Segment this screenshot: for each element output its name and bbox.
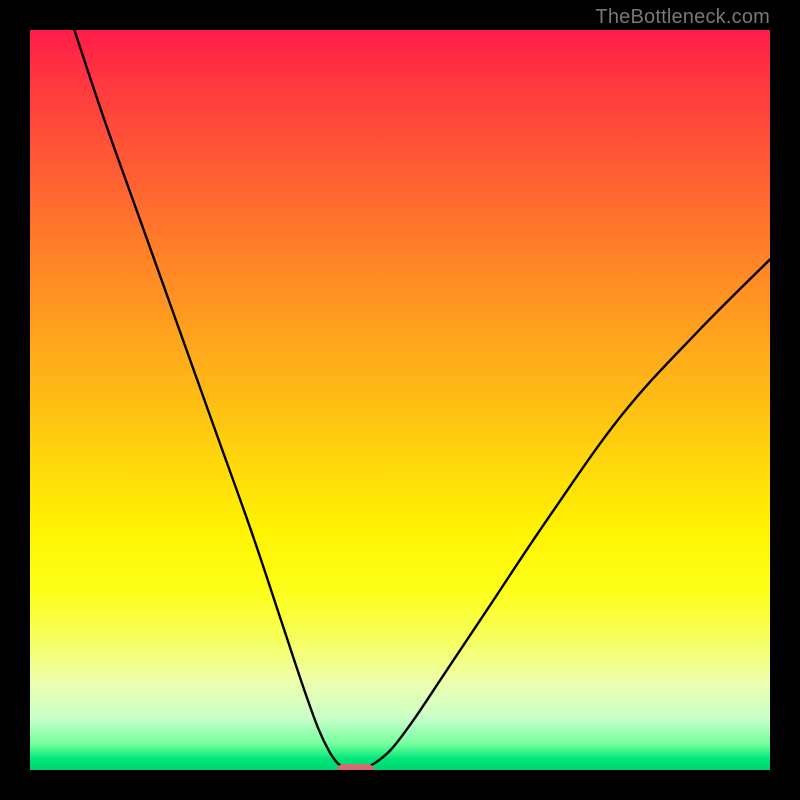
right-curve	[370, 259, 770, 765]
chart-frame: TheBottleneck.com	[0, 0, 800, 800]
plot-area	[30, 30, 770, 770]
left-curve	[74, 30, 340, 766]
bottleneck-marker	[337, 764, 374, 770]
curve-layer	[30, 30, 770, 770]
watermark-text: TheBottleneck.com	[595, 6, 770, 29]
